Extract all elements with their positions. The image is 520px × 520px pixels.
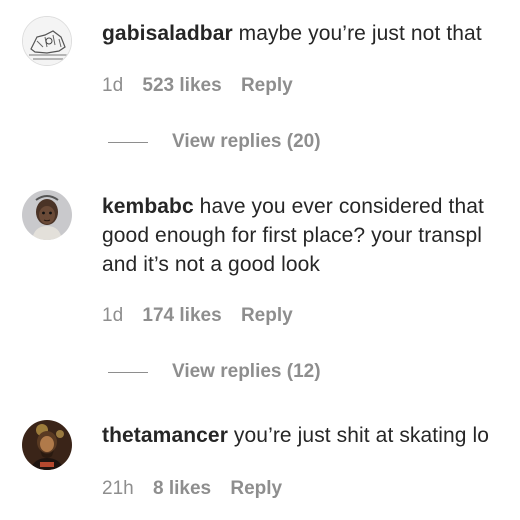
comment-body: maybe you’re just not that [232, 22, 482, 45]
comment-text: kembabc have you ever considered that go… [102, 192, 520, 279]
comment-time: 1d [102, 305, 124, 326]
view-replies-label: View replies (12) [172, 361, 321, 382]
comment-time: 21h [102, 478, 134, 499]
likes-count[interactable]: 8 likes [153, 478, 211, 499]
sketch-avatar-icon [23, 17, 71, 65]
avatar[interactable] [22, 190, 72, 240]
view-replies-button[interactable]: View replies (12) [108, 361, 321, 383]
comment-body-line: and it’s not a good look [102, 253, 321, 276]
comment-time: 1d [102, 75, 124, 96]
view-replies-button[interactable]: View replies (20) [108, 131, 321, 153]
comment-username[interactable]: kembabc [102, 195, 194, 218]
comment-body: you’re just shit at skating lo [227, 424, 490, 447]
comment-username[interactable]: thetamancer [102, 424, 228, 447]
comment-text: thetamancer you’re just shit at skating … [102, 421, 520, 450]
comment-text: gabisaladbar maybe you’re just not that [102, 19, 520, 48]
comment-meta: 1d 174 likes Reply [102, 305, 307, 327]
view-replies-label: View replies (20) [172, 131, 321, 152]
reply-button[interactable]: Reply [241, 305, 293, 326]
comment-meta: 21h 8 likes Reply [102, 478, 296, 500]
comment-username[interactable]: gabisaladbar [102, 22, 233, 45]
photo-avatar-icon [22, 190, 72, 240]
likes-count[interactable]: 174 likes [142, 305, 221, 326]
comment-body: have you ever considered that [193, 195, 484, 218]
photo-avatar-icon [22, 420, 72, 470]
divider-line [108, 371, 148, 373]
avatar[interactable] [22, 16, 72, 66]
comment-meta: 1d 523 likes Reply [102, 75, 307, 97]
divider-line [108, 141, 148, 143]
reply-button[interactable]: Reply [230, 478, 282, 499]
likes-count[interactable]: 523 likes [142, 75, 221, 96]
avatar[interactable] [22, 420, 72, 470]
comment-body-line: good enough for first place? your transp… [102, 224, 482, 247]
reply-button[interactable]: Reply [241, 75, 293, 96]
